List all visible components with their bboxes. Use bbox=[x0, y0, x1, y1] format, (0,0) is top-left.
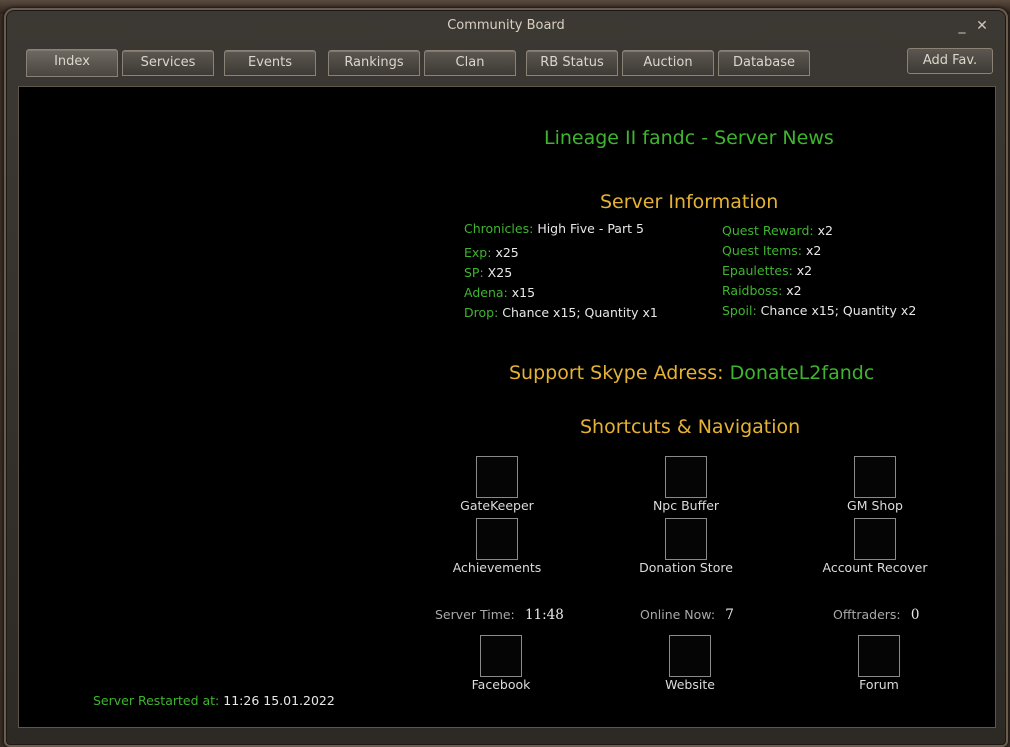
tab-database[interactable]: Database bbox=[718, 50, 810, 76]
website-button[interactable] bbox=[669, 635, 711, 677]
tab-bar: Index Services Events Rankings Clan RB S… bbox=[24, 49, 994, 78]
info-sp: SP: X25 bbox=[464, 265, 513, 280]
info-epaulettes: Epaulettes: x2 bbox=[722, 263, 813, 278]
server-restarted: Server Restarted at: 11:26 15.01.2022 bbox=[93, 693, 335, 708]
forum-label: Forum bbox=[859, 677, 899, 692]
support-skype: Support Skype Adress: DonateL2fandc bbox=[509, 362, 875, 384]
account-recover-button[interactable] bbox=[854, 518, 896, 560]
community-board-window: Community Board _ ✕ Index Services Event… bbox=[4, 8, 1008, 747]
achievements-button[interactable] bbox=[476, 518, 518, 560]
account-recover-label: Account Recover bbox=[822, 560, 928, 575]
gm-shop-button[interactable] bbox=[854, 456, 896, 498]
server-time: Server Time: 11:48 bbox=[435, 607, 564, 623]
gatekeeper-label: GateKeeper bbox=[460, 498, 534, 513]
gm-shop-label: GM Shop bbox=[847, 498, 903, 513]
board-content: Lineage II fandc - Server News Server In… bbox=[18, 86, 996, 728]
tab-events[interactable]: Events bbox=[224, 50, 316, 76]
tab-index[interactable]: Index bbox=[26, 49, 118, 77]
info-exp: Exp: x25 bbox=[464, 245, 519, 260]
info-spoil: Spoil: Chance x15; Quantity x2 bbox=[722, 303, 917, 318]
close-icon[interactable]: ✕ bbox=[974, 18, 990, 34]
add-fav-button[interactable]: Add Fav. bbox=[907, 48, 993, 74]
tab-services[interactable]: Services bbox=[122, 50, 214, 76]
server-info-title: Server Information bbox=[600, 191, 779, 213]
facebook-label: Facebook bbox=[471, 677, 531, 692]
online-now: Online Now: 7 bbox=[640, 607, 734, 623]
title-bar[interactable]: Community Board _ ✕ bbox=[6, 10, 1006, 40]
forum-button[interactable] bbox=[858, 635, 900, 677]
info-adena: Adena: x15 bbox=[464, 285, 536, 300]
info-drop: Drop: Chance x15; Quantity x1 bbox=[464, 305, 658, 320]
npc-buffer-button[interactable] bbox=[665, 456, 707, 498]
info-quest-items: Quest Items: x2 bbox=[722, 243, 822, 258]
tab-clan[interactable]: Clan bbox=[424, 50, 516, 76]
info-quest-reward: Quest Reward: x2 bbox=[722, 223, 833, 238]
facebook-button[interactable] bbox=[480, 635, 522, 677]
npc-buffer-label: Npc Buffer bbox=[652, 498, 720, 513]
achievements-label: Achievements bbox=[452, 560, 542, 575]
donation-store-label: Donation Store bbox=[639, 560, 733, 575]
donation-store-button[interactable] bbox=[665, 518, 707, 560]
tab-rb-status[interactable]: RB Status bbox=[526, 50, 618, 76]
offtraders: Offtraders: 0 bbox=[833, 607, 920, 623]
news-title: Lineage II fandc - Server News bbox=[544, 127, 834, 149]
minimize-icon[interactable]: _ bbox=[954, 18, 970, 34]
tab-auction[interactable]: Auction bbox=[622, 50, 714, 76]
gatekeeper-button[interactable] bbox=[476, 456, 518, 498]
shortcuts-title: Shortcuts & Navigation bbox=[580, 416, 801, 438]
window-title: Community Board bbox=[447, 18, 565, 33]
info-raidboss: Raidboss: x2 bbox=[722, 283, 802, 298]
tab-rankings[interactable]: Rankings bbox=[328, 50, 420, 76]
website-label: Website bbox=[665, 677, 715, 692]
info-chronicles: Chronicles: High Five - Part 5 bbox=[464, 221, 644, 236]
